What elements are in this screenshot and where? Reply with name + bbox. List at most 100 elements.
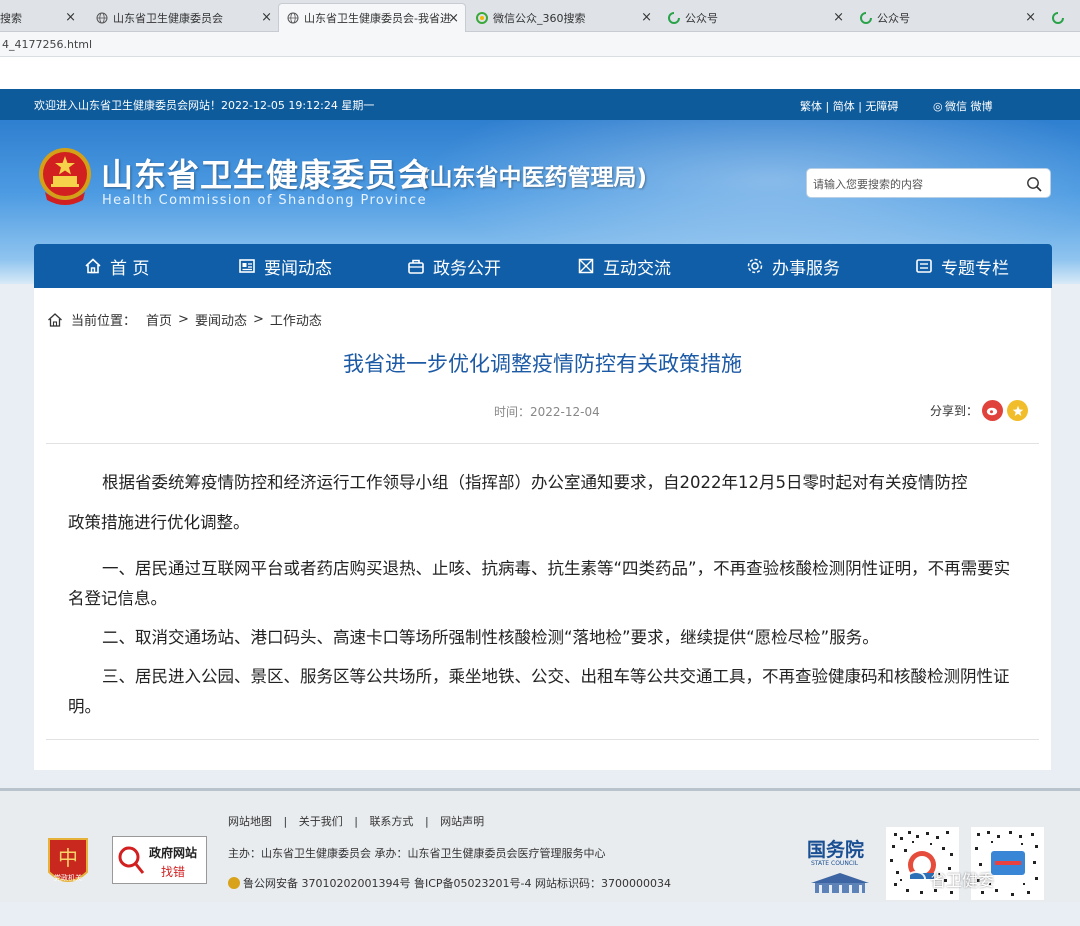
browser-tab[interactable]: 公众号 × — [852, 3, 1042, 32]
home-icon — [84, 257, 102, 275]
breadcrumb: 当前位置： 首页 > 要闻动态 > 工作动态 — [47, 310, 322, 329]
site-subtitle: (山东省中医药管理局) — [419, 165, 648, 191]
tab-label: 微信公众_360搜索 — [493, 11, 586, 25]
article-paragraph: 三、居民进入公园、景区、服务区等公共场所，乘坐地铁、公交、出租车等公共交通工具，… — [68, 667, 1010, 716]
party-gov-label: 党政机关 — [54, 874, 82, 882]
article-title: 我省进一步优化调整疫情防控有关政策措施 — [343, 352, 742, 376]
lang-links[interactable]: 繁体 | 简体 | 无障碍 — [800, 98, 898, 114]
police-badge-icon — [228, 877, 240, 889]
weibo-share-icon[interactable] — [982, 400, 1004, 421]
qzone-share-icon[interactable] — [1007, 400, 1029, 421]
building-icon — [407, 257, 425, 275]
close-icon[interactable]: × — [448, 11, 459, 26]
social-label: 微信 微博 — [945, 100, 993, 113]
gov-site-error-label: 找错 — [161, 865, 186, 879]
search-360-icon — [476, 11, 488, 24]
browser-tab[interactable]: 山东省卫生健康委员会 × — [88, 3, 278, 32]
wechat-watermark: 省卫健委 — [906, 867, 994, 891]
article-paragraph: 政策措施进行优化调整。 — [68, 513, 250, 532]
breadcrumb-separator: > — [178, 312, 189, 327]
footer-link-about[interactable]: 关于我们 — [299, 815, 343, 828]
tab-label: 公众号 — [877, 11, 910, 25]
sogou-icon — [1052, 11, 1064, 24]
nav-services[interactable]: 办事服务 — [746, 244, 840, 288]
nav-label: 政务公开 — [433, 258, 501, 279]
globe-icon — [96, 12, 108, 24]
tab-label: 公众号 — [685, 11, 718, 25]
article-paragraph: 根据省委统筹疫情防控和经济运行工作领导小组（指挥部）办公室通知要求，自2022年… — [102, 473, 968, 492]
nav-label: 专题专栏 — [941, 258, 1009, 279]
main-nav: 首 页 要闻动态 政务公开 互动交流 办事服务 专题专栏 — [34, 244, 1052, 288]
welcome-text: 欢迎进入山东省卫生健康委员会网站！2022-12-05 19:12:24 星期一 — [34, 99, 375, 112]
nav-label: 互动交流 — [603, 258, 671, 279]
site-title: 山东省卫生健康委员会 — [101, 156, 432, 194]
nav-home[interactable]: 首 页 — [84, 244, 149, 288]
site-english-name: Health Commission of Shandong Province — [102, 193, 427, 208]
watermark-label: 省卫健委 — [930, 871, 995, 890]
sogou-icon — [860, 11, 872, 24]
breadcrumb-link-news[interactable]: 要闻动态 — [195, 310, 247, 329]
social-links[interactable]: ◎ 微信 微博 — [933, 98, 993, 114]
home-icon — [48, 312, 62, 327]
gov-site-label: 政府网站 — [149, 846, 198, 860]
nav-news[interactable]: 要闻动态 — [238, 244, 332, 288]
state-council-en: STATE COUNCIL — [811, 860, 859, 867]
breadcrumb-separator: > — [252, 312, 264, 327]
tab-label: 搜索 — [0, 11, 22, 25]
browser-tabstrip: 搜索 × 山东省卫生健康委员会 × 山东省卫生健康委员会-我省进 × 微信公众_… — [0, 0, 1080, 32]
footer-link-contact[interactable]: 联系方式 — [369, 815, 413, 828]
share-bar: 分享到： — [930, 400, 1029, 421]
state-council-logo[interactable]: 国务院 STATE COUNCIL — [805, 827, 875, 899]
divider — [46, 739, 1039, 740]
wechat-icon: ◎ — [933, 100, 943, 113]
breadcrumb-link-home[interactable]: 首页 — [146, 310, 172, 329]
browser-tab[interactable]: 公众号 × — [660, 3, 850, 32]
nav-label: 办事服务 — [772, 258, 840, 279]
search-icon[interactable] — [1026, 176, 1042, 192]
address-bar[interactable]: 4_4177256.html — [0, 32, 1080, 57]
close-icon[interactable]: × — [1025, 10, 1036, 25]
browser-tab[interactable]: 搜索 × — [0, 3, 82, 32]
footer-link-statement[interactable]: 网站声明 — [440, 815, 484, 828]
footer-link-sitemap[interactable]: 网站地图 — [228, 815, 272, 828]
page: 欢迎进入山东省卫生健康委员会网站！2022-12-05 19:12:24 星期一… — [0, 89, 1080, 926]
exchange-icon — [577, 257, 595, 275]
site-footer: 网站地图 | 关于我们 | 联系方式 | 网站声明 主办：山东省卫生健康委员会 … — [0, 788, 1080, 902]
footer-record: 鲁公网安备 37010202001394号 鲁ICP备05023201号-4 网… — [243, 877, 671, 890]
search-input[interactable] — [813, 174, 1023, 194]
tab-label: 山东省卫生健康委员会 — [113, 11, 223, 25]
browser-tab[interactable]: 微信公众_360搜索 × — [468, 3, 658, 32]
publish-time: 时间：2022-12-04 — [494, 405, 600, 419]
state-council-name: 国务院 — [807, 839, 865, 861]
article-paragraph: 二、取消交通场站、港口码头、高速卡口等场所强制性核酸检测“落地检”要求，继续提供… — [102, 628, 879, 647]
close-icon[interactable]: × — [65, 10, 76, 25]
share-label: 分享到： — [930, 404, 979, 418]
svg-text:中: 中 — [58, 846, 78, 870]
nav-government[interactable]: 政务公开 — [407, 244, 501, 288]
wechat-watermark-icon — [906, 871, 926, 887]
close-icon[interactable]: × — [641, 10, 652, 25]
close-icon[interactable]: × — [261, 10, 272, 25]
footer-links: 网站地图 | 关于我们 | 联系方式 | 网站声明 — [228, 815, 485, 828]
search-box[interactable] — [806, 168, 1051, 198]
browser-tab[interactable] — [1044, 3, 1080, 32]
party-gov-badge[interactable]: 中 党政机关 — [45, 836, 91, 890]
footer-record-line: 鲁公网安备 37010202001394号 鲁ICP备05023201号-4 网… — [228, 875, 671, 891]
browser-tab-active[interactable]: 山东省卫生健康委员会-我省进 × — [278, 3, 466, 32]
address-text: 4_4177256.html — [2, 38, 93, 51]
column-icon — [915, 257, 933, 275]
nav-columns[interactable]: 专题专栏 — [915, 244, 1009, 288]
nav-interaction[interactable]: 互动交流 — [577, 244, 671, 288]
gov-site-error-badge[interactable]: 政府网站 找错 — [112, 836, 207, 884]
sogou-icon — [668, 11, 680, 24]
service-icon — [746, 257, 764, 275]
top-strip: 欢迎进入山东省卫生健康委员会网站！2022-12-05 19:12:24 星期一… — [0, 89, 1080, 120]
national-emblem-icon — [39, 148, 91, 205]
article-paragraph: 一、居民通过互联网平台或者药店购买退热、止咳、抗病毒、抗生素等“四类药品”，不再… — [68, 559, 1011, 608]
globe-icon — [287, 12, 299, 24]
tab-label: 山东省卫生健康委员会-我省进 — [304, 12, 451, 25]
close-icon[interactable]: × — [833, 10, 844, 25]
news-icon — [238, 257, 256, 275]
breadcrumb-link-work[interactable]: 工作动态 — [270, 310, 322, 329]
nav-label: 首 页 — [110, 258, 150, 279]
